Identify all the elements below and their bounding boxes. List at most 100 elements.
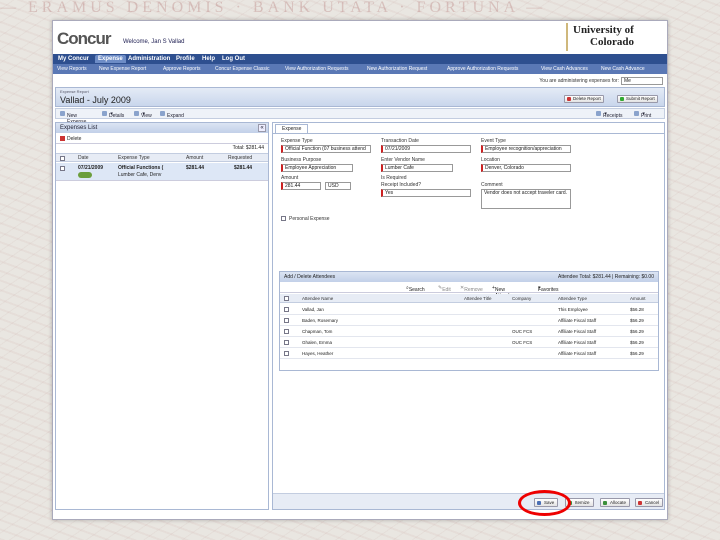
nav-new-expense-report[interactable]: New Expense Report: [99, 66, 146, 72]
favorites-button[interactable]: Favorites ▾: [538, 285, 559, 293]
new-attendee-button[interactable]: + New Attendee: [492, 285, 515, 299]
delete-label: Delete: [67, 136, 82, 142]
attendee-row[interactable]: Ghalen, Emma OUC FCS Affiliate Fiscal St…: [280, 337, 658, 348]
attendee-row[interactable]: Vallad, Jan This Employee $56.28: [280, 304, 658, 315]
nav-approve-reports[interactable]: Approve Reports: [163, 66, 201, 72]
amount-field[interactable]: 281.44: [281, 182, 321, 190]
attendee-search-button[interactable]: ⌕ Search: [406, 285, 425, 293]
edit-label: Edit: [442, 287, 451, 293]
col-attendee-type[interactable]: Attendee Type: [558, 296, 587, 301]
col-company[interactable]: Company: [512, 296, 531, 301]
attendee-amount: $56.29: [630, 318, 644, 323]
transaction-date-label: Transaction Date: [381, 138, 419, 144]
allocate-button[interactable]: Allocate: [600, 498, 631, 507]
expand-button[interactable]: Expand: [160, 111, 184, 119]
view-menu[interactable]: View ▾: [134, 111, 152, 119]
nav-view-reports[interactable]: View Reports: [57, 66, 87, 72]
nav-profile[interactable]: Profile: [173, 55, 198, 63]
admin-select[interactable]: Me: [621, 77, 663, 85]
admin-label: You are administering expenses for:: [539, 78, 619, 84]
amount-label: Amount: [281, 175, 299, 181]
allocate-label: Allocate: [610, 500, 627, 505]
new-expense-icon: [60, 111, 65, 116]
col-attendee-name[interactable]: Attendee Name: [302, 296, 333, 301]
vendor-field[interactable]: Lumber Cafe: [381, 164, 453, 172]
expense-row[interactable]: 07/21/2009 Official Functions ( Lumber C…: [56, 163, 268, 181]
select-all-checkbox[interactable]: [60, 156, 65, 161]
attendee-edit-button[interactable]: ✎ Edit: [438, 285, 451, 293]
nav-expense[interactable]: Expense: [95, 55, 126, 63]
attendee-amount: $56.29: [630, 351, 644, 356]
nav-new-cash-advance[interactable]: New Cash Advance: [601, 66, 645, 72]
tab-expense[interactable]: Expense: [275, 124, 309, 133]
submit-icon: [620, 97, 624, 101]
attendee-row[interactable]: Chapman, Tom OUC FCS Affiliate Fiscal St…: [280, 326, 658, 337]
attendee-checkbox[interactable]: [284, 318, 289, 323]
event-type-select[interactable]: Employee recognition/appreciation: [481, 145, 571, 153]
attendee-checkbox[interactable]: [284, 340, 289, 345]
nav-approve-authorization-requests[interactable]: Approve Authorization Requests: [447, 66, 518, 72]
expense-type-line1: Official Functions (: [118, 165, 164, 171]
expense-row-checkbox[interactable]: [60, 166, 65, 171]
nav-view-cash-advances[interactable]: View Cash Advances: [541, 66, 588, 72]
attendee-checkbox[interactable]: [284, 307, 289, 312]
delete-report-button[interactable]: Delete Report: [564, 95, 604, 103]
delete-expense-button[interactable]: Delete: [56, 134, 268, 144]
location-field[interactable]: Denver, Colorado: [481, 164, 571, 172]
currency-select[interactable]: USD: [325, 182, 351, 190]
nav-administration[interactable]: Administration: [125, 55, 173, 63]
col-attendee-title[interactable]: Attendee Title: [464, 296, 492, 301]
receipts-menu[interactable]: Receipts ▾: [596, 111, 622, 119]
details-menu[interactable]: Details ▾: [102, 111, 124, 119]
favorites-label: Favorites: [538, 287, 559, 293]
submit-report-button[interactable]: Submit Report: [617, 95, 658, 103]
business-purpose-field[interactable]: Employee Appreciation: [281, 164, 353, 172]
nav-my-concur[interactable]: My Concur: [55, 55, 92, 63]
receipts-label: Receipts: [603, 113, 623, 119]
concur-logo: Concur: [57, 29, 111, 48]
delete-icon: [567, 97, 571, 101]
app-header: Concur Welcome, Jan S Vallad University …: [53, 21, 667, 53]
attendee-checkbox[interactable]: [284, 351, 289, 356]
attendee-type: Affiliate Fiscal Staff: [558, 329, 597, 334]
secondary-nav: View Reports New Expense Report Approve …: [53, 64, 667, 74]
print-menu[interactable]: Print ▾: [634, 111, 651, 119]
expand-label: Expand: [167, 113, 184, 119]
expenses-list-header: Expenses List «: [56, 123, 268, 133]
nav-log-out[interactable]: Log Out: [219, 55, 248, 63]
nav-view-authorization-requests[interactable]: View Authorization Requests: [285, 66, 349, 72]
expenses-total: Total: $281.44: [232, 145, 264, 151]
attendee-type: Affiliate Fiscal Staff: [558, 351, 597, 356]
attendees-grid-header: Attendee Name Attendee Title Company Att…: [280, 294, 658, 303]
receipt-included-select[interactable]: Yes: [381, 189, 471, 197]
primary-nav: My Concur Expense Administration Profile…: [53, 54, 667, 64]
transaction-date-field[interactable]: 07/21/2009: [381, 145, 471, 153]
attendee-remove-button[interactable]: ✕ Remove: [460, 285, 483, 293]
cancel-button[interactable]: Cancel: [635, 498, 664, 507]
attendee-row[interactable]: Baden, Rosemary Affiliate Fiscal Staff $…: [280, 315, 658, 326]
print-label: Print: [641, 113, 652, 119]
col-attendee-amount[interactable]: Amount: [630, 296, 646, 301]
personal-expense-checkbox[interactable]: [281, 216, 286, 221]
bottom-action-bar: Save Itemize Allocate Cancel: [273, 493, 664, 509]
vendor-label: Enter Vendor Name: [381, 157, 425, 163]
collapse-panel-button[interactable]: «: [258, 124, 266, 132]
nav-concur-expense-classic[interactable]: Concur Expense Classic: [215, 66, 269, 72]
col-date[interactable]: Date: [78, 155, 89, 161]
report-caption: Expense Report: [60, 89, 89, 94]
itemize-label: Itemize: [575, 500, 590, 505]
attendee-row[interactable]: Hayes, Heather Affiliate Fiscal Staff $5…: [280, 348, 658, 359]
expense-type-select[interactable]: Official Function (07 business attend: [281, 145, 371, 153]
attendee-checkbox[interactable]: [284, 329, 289, 334]
nav-help[interactable]: Help: [199, 55, 218, 63]
attendee-name: Vallad, Jan: [302, 307, 324, 312]
attendees-header: Add / Delete Attendees Attendee Total: $…: [280, 272, 658, 282]
col-requested[interactable]: Requested: [228, 155, 252, 161]
university-line2: Colorado: [590, 36, 634, 48]
new-expense-button[interactable]: New Expense: [60, 111, 86, 125]
col-amount[interactable]: Amount: [186, 155, 203, 161]
col-expense-type[interactable]: Expense Type: [118, 155, 150, 161]
comment-field[interactable]: Vendor does not accept traveler card.: [481, 189, 571, 209]
attendees-select-all[interactable]: [284, 296, 289, 301]
nav-new-authorization-request[interactable]: New Authorization Request: [367, 66, 427, 72]
